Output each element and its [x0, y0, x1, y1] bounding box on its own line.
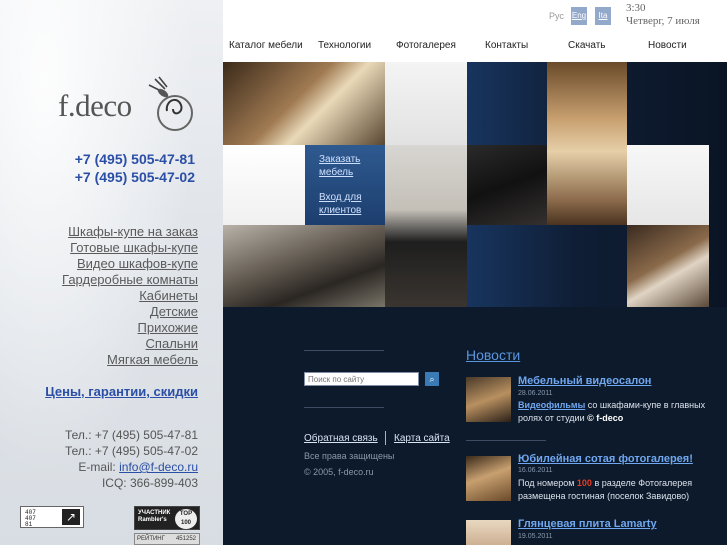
- news-title-1[interactable]: Мебельный видеосалон: [518, 375, 651, 387]
- divider-bottom: [304, 407, 384, 408]
- menu-download[interactable]: Скачать: [568, 40, 606, 51]
- category-nav: Шкафы-купе на заказ Готовые шкафы-купе В…: [62, 224, 198, 368]
- rambler-line-2: Rambler's: [138, 517, 167, 523]
- photo-interior-5[interactable]: [547, 62, 627, 225]
- clock: 3:30 Четверг, 7 июля: [626, 2, 700, 28]
- news-thumb-2[interactable]: [466, 456, 511, 501]
- footer-rights: Все права защищены: [304, 451, 395, 461]
- phone-1: +7 (495) 505-47-81: [74, 151, 195, 167]
- nav-item-hallways[interactable]: Прихожие: [62, 320, 198, 336]
- news-thumb-3[interactable]: [466, 520, 511, 545]
- promo-block: Заказать мебель Вход для клиентов: [305, 145, 385, 225]
- search-input[interactable]: [304, 372, 419, 386]
- photo-interior-6[interactable]: [627, 225, 709, 307]
- counter-badge-1-text: 407 407 81: [25, 509, 36, 528]
- left-panel: f.deco +7 (495) 505-47-81 +7 (495) 505-4…: [0, 0, 223, 545]
- menu-contacts[interactable]: Контакты: [485, 40, 528, 51]
- header-phones: +7 (495) 505-47-81 +7 (495) 505-47-02: [75, 150, 195, 186]
- phone-2: +7 (495) 505-47-02: [74, 169, 195, 185]
- photo-interior-1[interactable]: [223, 62, 385, 145]
- photo-interior-2[interactable]: [223, 225, 385, 307]
- photo-light-tile-2: [223, 145, 305, 225]
- lang-eng-button[interactable]: Eng: [571, 7, 587, 25]
- arrow-icon: ↗: [62, 509, 80, 525]
- news-video-link[interactable]: Видеофильмы: [518, 400, 585, 410]
- news-date-1: 28.06.2011: [518, 390, 553, 397]
- rambler-line-1: УЧАСТНИК: [138, 510, 171, 516]
- nav-item-wardrobes-custom[interactable]: Шкафы-купе на заказ: [62, 224, 198, 240]
- footer-copyright: © 2005, f-deco.ru: [304, 467, 374, 477]
- client-login-link[interactable]: Вход для клиентов: [319, 191, 379, 217]
- menu-gallery[interactable]: Фотогалерея: [396, 40, 456, 51]
- news-number: 100: [576, 478, 592, 488]
- rambler-top100-badge[interactable]: УЧАСТНИК Rambler's TOP 100: [134, 506, 200, 530]
- news-title-3[interactable]: Глянцевая плита Lamarty: [518, 518, 657, 530]
- feedback-link[interactable]: Обратная связь: [304, 433, 378, 444]
- menu-technologies[interactable]: Технологии: [318, 40, 371, 51]
- contact-tel-1: Тел.: +7 (495) 505-47-81: [64, 428, 198, 442]
- prices-link[interactable]: Цены, гарантии, скидки: [45, 384, 198, 399]
- top100-label: TOP 100: [175, 509, 197, 529]
- contact-icq: ICQ: 366-899-403: [101, 476, 198, 490]
- news-heading[interactable]: Новости: [466, 347, 520, 363]
- nav-item-soft-furniture[interactable]: Мягкая мебель: [62, 352, 198, 368]
- email-link[interactable]: info@f-deco.ru: [119, 460, 198, 474]
- divider-top: [304, 350, 384, 351]
- news-date-3: 19.05.2011: [518, 533, 553, 540]
- email-label: E-mail:: [78, 460, 116, 474]
- news-divider: [466, 440, 546, 441]
- rating-counter[interactable]: РЕЙТИНГ 451252: [134, 533, 200, 545]
- news-thumb-1[interactable]: [466, 377, 511, 422]
- sitemap-link[interactable]: Карта сайта: [394, 433, 450, 444]
- search-button[interactable]: ⌕: [425, 372, 439, 386]
- clock-time: 3:30: [626, 2, 646, 14]
- contacts-block: Тел.: +7 (495) 505-47-81 Тел.: +7 (495) …: [65, 427, 198, 491]
- photo-light-tile-1: [385, 62, 467, 145]
- news-body-1: Видеофильмы со шкафами-купе в главных ро…: [518, 399, 723, 425]
- rating-label: РЕЙТИНГ: [137, 536, 165, 542]
- order-furniture-link[interactable]: Заказать мебель: [319, 153, 379, 179]
- nav-item-dressing-rooms[interactable]: Гардеробные комнаты: [62, 272, 198, 288]
- news-date-2: 16.06.2011: [518, 467, 553, 474]
- clock-date: Четверг, 7 июля: [626, 15, 700, 27]
- nav-item-kids[interactable]: Детские: [62, 304, 198, 320]
- logo-mark-icon: [148, 76, 193, 131]
- counter-badge-1[interactable]: 407 407 81 ↗: [20, 506, 84, 528]
- photo-interior-4[interactable]: [467, 145, 547, 225]
- news-brand: © f-deco: [587, 413, 624, 423]
- contact-email-row: E-mail: info@f-deco.ru: [65, 459, 198, 475]
- logo-text[interactable]: f.deco: [58, 88, 132, 124]
- nav-item-bedrooms[interactable]: Спальни: [62, 336, 198, 352]
- menu-catalog[interactable]: Каталог мебели: [229, 40, 303, 51]
- photo-light-tile-3: [627, 145, 709, 225]
- nav-item-wardrobes-video[interactable]: Видео шкафов-купе: [62, 256, 198, 272]
- contact-tel-2: Тел.: +7 (495) 505-47-02: [64, 444, 198, 458]
- nav-item-cabinets[interactable]: Кабинеты: [62, 288, 198, 304]
- news-body-2: Под номером 100 в разделе Фотогалерея ра…: [518, 477, 723, 503]
- photo-interior-3[interactable]: [385, 145, 467, 307]
- rambler-badge-text: УЧАСТНИК Rambler's: [138, 510, 170, 524]
- lang-current: Рус: [549, 11, 564, 21]
- news-body-2-text-a: Под номером: [518, 478, 577, 488]
- footer-separator: [385, 431, 386, 445]
- rating-value: 451252: [175, 536, 196, 542]
- lang-ita-button[interactable]: Ita: [595, 7, 611, 25]
- menu-news[interactable]: Новости: [648, 40, 687, 51]
- nav-item-wardrobes-ready[interactable]: Готовые шкафы-купе: [62, 240, 198, 256]
- news-title-2[interactable]: Юбилейная сотая фотогалерея!: [518, 453, 693, 465]
